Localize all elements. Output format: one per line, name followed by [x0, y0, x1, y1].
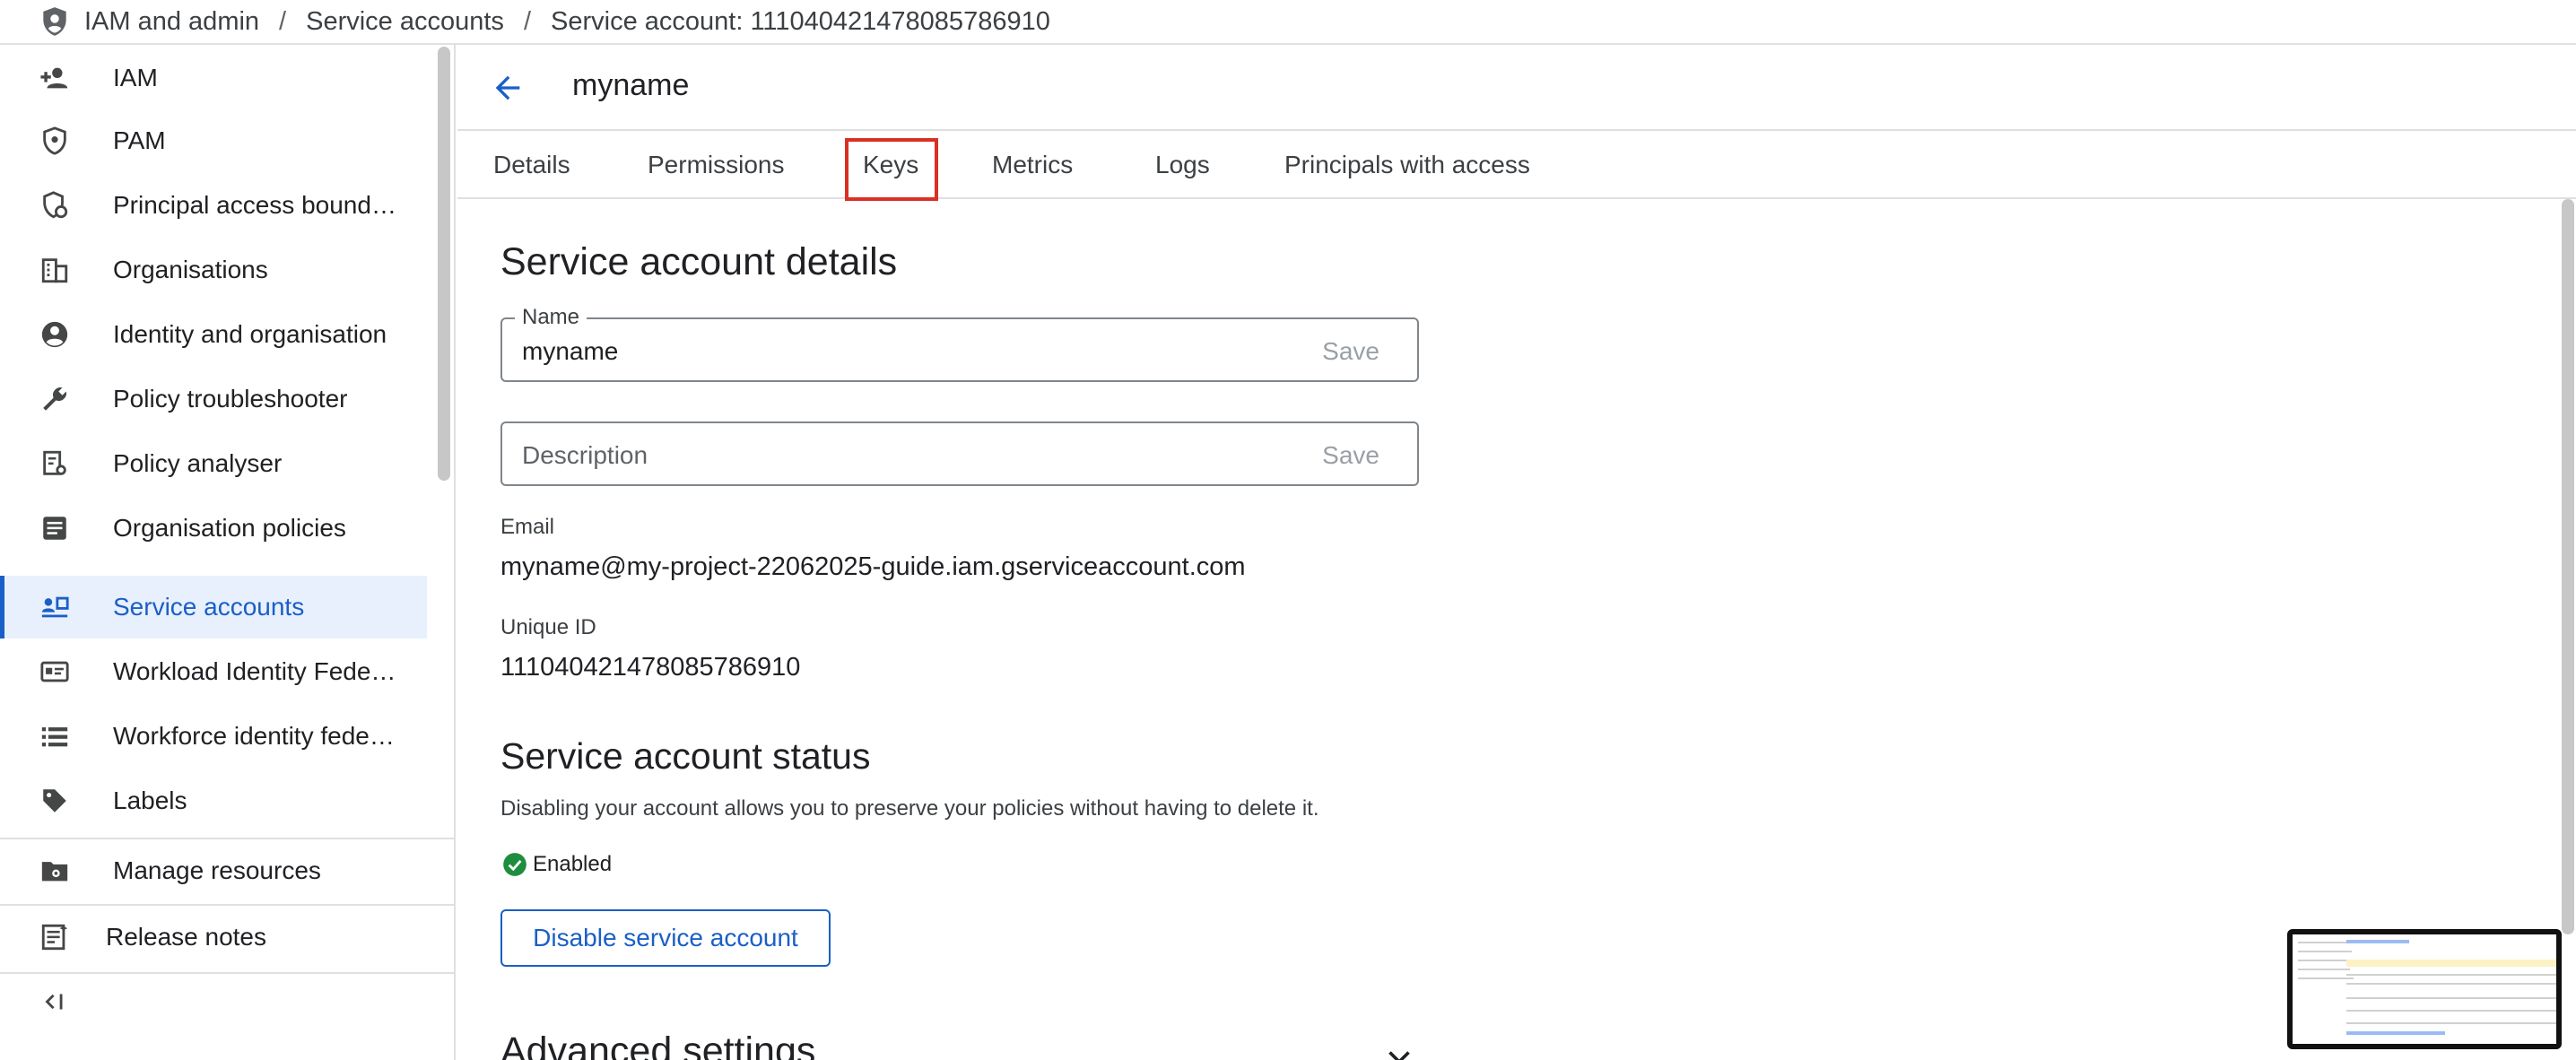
sidebar-item-policy-analyser[interactable]: Policy analyser [0, 432, 427, 495]
sidebar-item-label: Policy troubleshooter [113, 385, 348, 413]
sidebar-item-label: Workload Identity Fede… [113, 657, 396, 685]
wrench-icon [39, 384, 70, 414]
list-icon [39, 721, 70, 752]
release-notes-icon [39, 922, 70, 952]
status-badge: Enabled [502, 852, 612, 877]
name-save-button[interactable]: Save [1322, 337, 1379, 366]
email-value: myname@my-project-22062025-guide.iam.gse… [500, 552, 1246, 581]
screenshot-thumbnail[interactable] [2287, 929, 2562, 1049]
description-save-button[interactable]: Save [1322, 441, 1379, 470]
tag-icon [39, 786, 70, 816]
service-account-details-heading: Service account details [500, 240, 898, 283]
sidebar-item-label: Manage resources [113, 856, 321, 884]
tab-bar: Details Permissions Keys Metrics Logs Pr… [457, 131, 2576, 201]
person-add-icon [39, 63, 70, 93]
main-scrollbar[interactable] [2562, 199, 2574, 934]
description-field[interactable]: Description Save [500, 421, 1419, 486]
breadcrumb-current: Service account: 111040421478085786910 [551, 6, 1050, 36]
sidebar-scrollbar[interactable] [438, 47, 450, 481]
description-placeholder: Description [522, 441, 648, 469]
service-account-status-heading: Service account status [500, 735, 871, 777]
status-helper-text: Disabling your account allows you to pre… [500, 796, 1319, 821]
breadcrumb-service-accounts[interactable]: Service accounts [306, 7, 504, 37]
unique-id-label: Unique ID [500, 615, 596, 639]
sidebar-item-label: Principal access bound… [113, 191, 396, 219]
service-account-icon [39, 592, 70, 622]
sidebar-item-pam[interactable]: PAM [0, 109, 427, 172]
breadcrumb-separator: / [523, 6, 531, 36]
shield-settings-icon [39, 190, 70, 221]
sidebar-item-label: Service accounts [113, 593, 305, 621]
tab-keys[interactable]: Keys [863, 131, 918, 199]
breadcrumb-separator: / [279, 6, 287, 36]
status-text: Enabled [533, 852, 613, 876]
advanced-settings-heading[interactable]: Advanced settings [500, 1030, 815, 1060]
sidebar-item-label: Workforce identity fede… [113, 722, 395, 750]
folder-settings-icon [39, 856, 70, 886]
sidebar-item-policy-troubleshooter[interactable]: Policy troubleshooter [0, 368, 427, 430]
back-arrow-icon[interactable] [490, 70, 526, 106]
sidebar-item-labels[interactable]: Labels [0, 769, 427, 832]
name-field-label: Name [515, 305, 587, 330]
tab-logs[interactable]: Logs [1155, 131, 1210, 199]
sidebar-item-release-notes[interactable]: Release notes [0, 906, 427, 969]
unique-id-value: 111040421478085786910 [500, 653, 801, 682]
sidebar-item-workload-identity[interactable]: Workload Identity Fede… [0, 640, 427, 703]
shield-lock-icon [39, 126, 70, 156]
sidebar-item-principal-access-boundary[interactable]: Principal access bound… [0, 174, 427, 237]
breadcrumb-iam-admin[interactable]: IAM and admin [84, 7, 259, 37]
email-label: Email [500, 515, 555, 539]
chevron-down-icon[interactable] [1383, 1040, 1415, 1060]
sidebar-item-label: IAM [113, 64, 158, 91]
sidebar-item-label: Release notes [106, 923, 267, 951]
sidebar-item-label: Identity and organisation [113, 320, 387, 348]
breadcrumb: IAM and admin / Service accounts / Servi… [0, 0, 2576, 45]
main-content: Service account details Name myname Save… [457, 199, 2562, 1060]
tab-details[interactable]: Details [493, 131, 570, 199]
sidebar-divider [0, 972, 456, 974]
sidebar-item-organisation-policies[interactable]: Organisation policies [0, 497, 427, 560]
sidebar-item-label: Policy analyser [113, 449, 283, 477]
page-title: myname [572, 68, 690, 102]
name-field[interactable]: Name myname Save [500, 305, 1419, 382]
sidebar-item-iam[interactable]: IAM [0, 47, 427, 109]
list-document-icon [39, 513, 70, 543]
sidebar-item-organisations[interactable]: Organisations [0, 239, 427, 301]
sidebar-item-identity-organisation[interactable]: Identity and organisation [0, 303, 427, 366]
disable-service-account-button[interactable]: Disable service account [500, 909, 831, 967]
sidebar-item-service-accounts[interactable]: Service accounts [0, 576, 427, 639]
sidebar: IAM PAM Principal access bound… Organisa… [0, 45, 456, 1060]
building-icon [39, 255, 70, 285]
sidebar-item-label: PAM [113, 126, 166, 154]
shield-account-icon [43, 7, 66, 36]
account-circle-icon [39, 319, 70, 350]
tab-metrics[interactable]: Metrics [992, 131, 1073, 199]
tab-permissions[interactable]: Permissions [648, 131, 784, 199]
tab-principals-with-access[interactable]: Principals with access [1284, 131, 1530, 199]
sidebar-item-workforce-identity[interactable]: Workforce identity fede… [0, 705, 427, 768]
collapse-sidebar-icon[interactable] [39, 986, 70, 1017]
sidebar-item-label: Organisation policies [113, 514, 346, 542]
document-search-icon [39, 448, 70, 479]
name-field-value: myname [522, 337, 619, 365]
sidebar-item-manage-resources[interactable]: Manage resources [0, 839, 427, 902]
sidebar-item-label: Labels [113, 786, 187, 814]
check-circle-icon [503, 853, 527, 876]
sidebar-item-label: Organisations [113, 256, 268, 283]
id-card-icon [39, 656, 70, 687]
page-header: myname [457, 45, 2576, 131]
